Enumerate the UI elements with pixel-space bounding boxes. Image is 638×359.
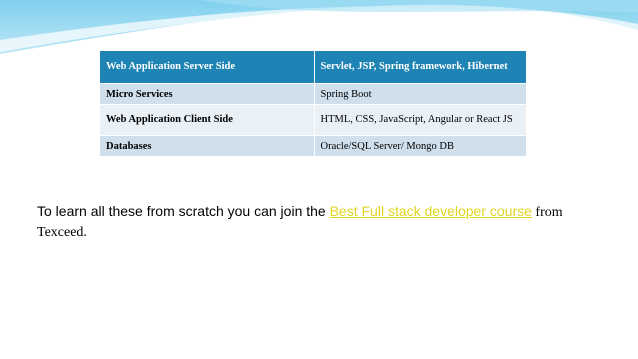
table-cell: Spring Boot [313, 83, 527, 105]
table-cell: HTML, CSS, JavaScript, Angular or React … [313, 104, 527, 136]
table-row: Micro Services Spring Boot [99, 83, 527, 105]
course-link[interactable]: Best Full stack developer course [330, 203, 532, 219]
table-cell: Databases [99, 135, 315, 157]
table-cell: Web Application Server Side [99, 50, 315, 84]
table-cell: Servlet, JSP, Spring framework, Hibernet [313, 50, 527, 84]
table-row: Web Application Client Side HTML, CSS, J… [99, 104, 527, 136]
tech-stack-table: Web Application Server Side Servlet, JSP… [99, 50, 527, 157]
table-row: Web Application Server Side Servlet, JSP… [99, 50, 527, 84]
caption-text-before: To learn all these from scratch you can … [37, 203, 330, 219]
table-cell: Micro Services [99, 83, 315, 105]
caption-text: To learn all these from scratch you can … [37, 202, 577, 242]
table-cell: Web Application Client Side [99, 104, 315, 136]
table-row: Databases Oracle/SQL Server/ Mongo DB [99, 135, 527, 157]
table-cell: Oracle/SQL Server/ Mongo DB [313, 135, 527, 157]
